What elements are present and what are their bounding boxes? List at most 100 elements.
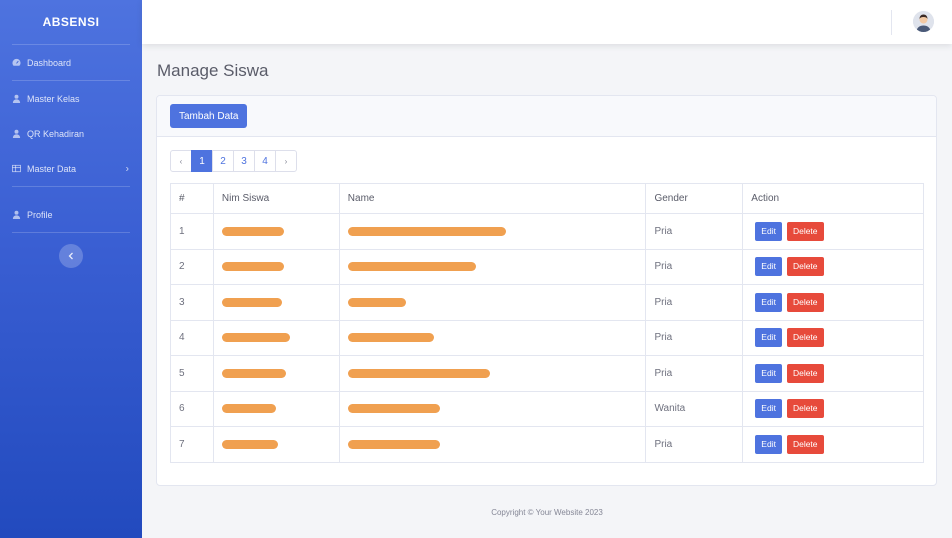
topbar-divider bbox=[891, 10, 892, 35]
redaction-mark bbox=[347, 333, 434, 343]
pagination-prev-button[interactable]: ‹ bbox=[170, 150, 192, 172]
chevron-right-icon: › bbox=[125, 163, 129, 174]
gender-cell: Pria bbox=[645, 426, 744, 463]
delete-button[interactable]: Delete bbox=[786, 221, 824, 241]
pagination-page-4[interactable]: 4 bbox=[254, 150, 276, 172]
name-cell bbox=[338, 248, 647, 285]
column-header-nim: Nim Siswa bbox=[212, 183, 340, 214]
user-avatar-icon[interactable] bbox=[913, 11, 934, 32]
sidebar-item-qr-kehadiran[interactable]: QR Kehadiran bbox=[0, 116, 142, 151]
delete-button[interactable]: Delete bbox=[786, 434, 824, 454]
delete-button[interactable]: Delete bbox=[786, 292, 824, 312]
table-row: 3 Pria Edit Delete bbox=[170, 284, 924, 321]
edit-button[interactable]: Edit bbox=[755, 399, 782, 419]
sidebar-item-master-data[interactable]: Master Data › bbox=[0, 151, 142, 186]
column-header-action: Action bbox=[742, 183, 924, 214]
edit-button[interactable]: Edit bbox=[755, 292, 782, 312]
redaction-mark bbox=[347, 297, 406, 307]
page-title: Manage Siswa bbox=[157, 61, 269, 80]
gender-cell: Pria bbox=[645, 284, 744, 321]
action-cell: Edit Delete bbox=[742, 284, 924, 321]
edit-button[interactable]: Edit bbox=[755, 257, 782, 277]
sidebar-item-label: Dashboard bbox=[27, 57, 72, 68]
gender-cell: Pria bbox=[645, 355, 744, 392]
table-row: 6 Wanita Edit Delete bbox=[170, 390, 924, 427]
gender-cell: Wanita bbox=[645, 390, 744, 427]
delete-button[interactable]: Delete bbox=[786, 328, 824, 348]
row-number: 3 bbox=[170, 284, 214, 321]
pagination-page-3[interactable]: 3 bbox=[233, 150, 255, 172]
sidebar-item-dashboard[interactable]: Dashboard bbox=[0, 45, 142, 80]
topbar bbox=[142, 0, 952, 44]
nim-cell bbox=[212, 426, 340, 463]
row-number: 7 bbox=[170, 426, 214, 463]
redaction-mark bbox=[221, 262, 284, 272]
edit-button[interactable]: Edit bbox=[755, 363, 782, 383]
table-row: 4 Pria Edit Delete bbox=[170, 319, 924, 356]
redaction-mark bbox=[221, 404, 276, 414]
pagination: ‹ 1 2 3 4 › bbox=[170, 150, 297, 172]
delete-button[interactable]: Delete bbox=[786, 257, 824, 277]
name-cell bbox=[338, 426, 647, 463]
table-icon bbox=[11, 164, 21, 174]
row-number: 5 bbox=[170, 355, 214, 392]
row-number: 6 bbox=[170, 390, 214, 427]
nim-cell bbox=[212, 319, 340, 356]
sidebar-divider bbox=[12, 232, 130, 233]
action-cell: Edit Delete bbox=[742, 248, 924, 285]
sidebar-item-label: Master Data bbox=[27, 163, 77, 174]
nim-cell bbox=[212, 390, 340, 427]
redaction-mark bbox=[347, 368, 490, 378]
name-cell bbox=[338, 284, 647, 321]
footer-copyright: Copyright © Your Website 2023 bbox=[491, 508, 603, 517]
pagination-page-1[interactable]: 1 bbox=[191, 150, 213, 172]
table-row: 7 Pria Edit Delete bbox=[170, 426, 924, 463]
redaction-mark bbox=[347, 439, 440, 449]
user-icon bbox=[11, 129, 21, 139]
row-number: 4 bbox=[170, 319, 214, 356]
delete-button[interactable]: Delete bbox=[786, 399, 824, 419]
row-number: 1 bbox=[170, 213, 214, 250]
add-data-button[interactable]: Tambah Data bbox=[170, 104, 248, 128]
action-cell: Edit Delete bbox=[742, 426, 924, 463]
redaction-mark bbox=[221, 297, 282, 307]
action-cell: Edit Delete bbox=[742, 213, 924, 250]
name-cell bbox=[338, 390, 647, 427]
card-header: Tambah Data bbox=[157, 96, 936, 137]
data-card: Tambah Data ‹ 1 2 3 4 › # Nim Siswa Name… bbox=[156, 95, 937, 486]
brand-title[interactable]: ABSENSI bbox=[0, 0, 142, 44]
gender-cell: Pria bbox=[645, 213, 744, 250]
sidebar-item-profile[interactable]: Profile bbox=[0, 197, 142, 232]
students-table: # Nim Siswa Name Gender Action 1 Pria Ed… bbox=[170, 183, 924, 463]
dashboard-icon bbox=[11, 58, 21, 68]
table-header-row: # Nim Siswa Name Gender Action bbox=[170, 183, 924, 214]
sidebar: ABSENSI Dashboard Master Kelas QR Kehadi… bbox=[0, 0, 142, 538]
column-header-name: Name bbox=[338, 183, 647, 214]
sidebar-toggle-button[interactable] bbox=[59, 244, 83, 268]
name-cell bbox=[338, 355, 647, 392]
sidebar-item-label: QR Kehadiran bbox=[27, 128, 85, 139]
pagination-next-button[interactable]: › bbox=[275, 150, 297, 172]
edit-button[interactable]: Edit bbox=[755, 328, 782, 348]
nim-cell bbox=[212, 284, 340, 321]
user-icon bbox=[11, 94, 21, 104]
row-number: 2 bbox=[170, 248, 214, 285]
action-cell: Edit Delete bbox=[742, 319, 924, 356]
user-icon bbox=[11, 210, 21, 220]
gender-cell: Pria bbox=[645, 248, 744, 285]
nim-cell bbox=[212, 248, 340, 285]
edit-button[interactable]: Edit bbox=[755, 434, 782, 454]
redaction-mark bbox=[347, 262, 476, 272]
nim-cell bbox=[212, 213, 340, 250]
name-cell bbox=[338, 319, 647, 356]
redaction-mark bbox=[221, 368, 286, 378]
edit-button[interactable]: Edit bbox=[755, 221, 782, 241]
redaction-mark bbox=[347, 226, 506, 236]
delete-button[interactable]: Delete bbox=[786, 363, 824, 383]
chevron-left-icon bbox=[68, 252, 73, 260]
sidebar-item-master-kelas[interactable]: Master Kelas bbox=[0, 81, 142, 116]
pagination-page-2[interactable]: 2 bbox=[212, 150, 234, 172]
redaction-mark bbox=[347, 404, 440, 414]
nim-cell bbox=[212, 355, 340, 392]
action-cell: Edit Delete bbox=[742, 390, 924, 427]
